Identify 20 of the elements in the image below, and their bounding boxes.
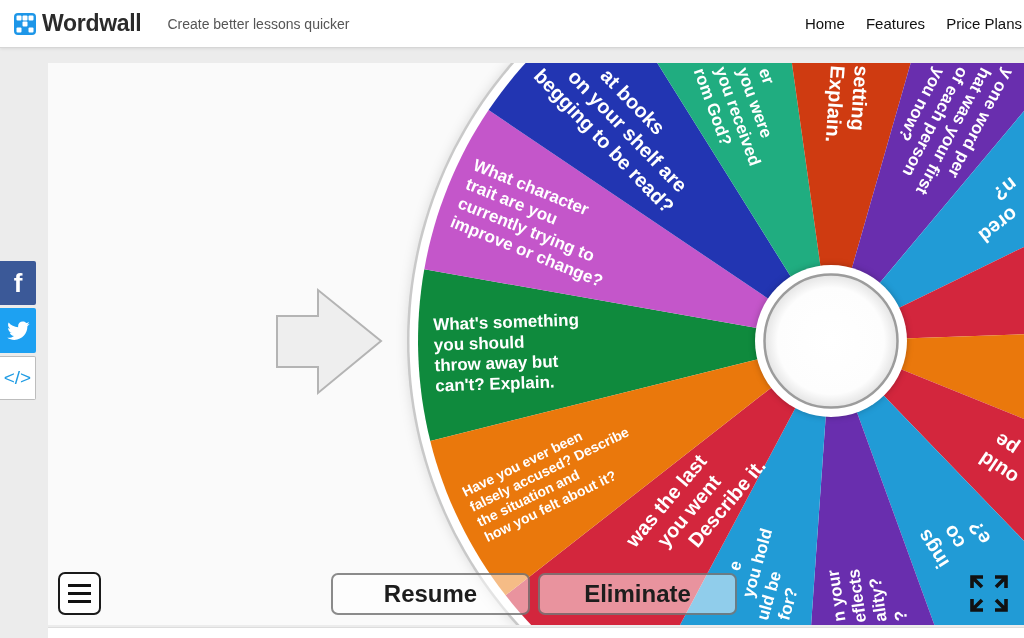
wheel-hub[interactable] <box>755 265 907 417</box>
nav-link[interactable]: Home <box>804 15 845 32</box>
action-button[interactable]: Resume <box>331 572 530 615</box>
menu-icon <box>68 584 91 603</box>
bird-icon <box>6 320 30 341</box>
fullscreen-icon[interactable] <box>970 575 1008 612</box>
pointer-arrow-icon <box>276 287 383 396</box>
share-button[interactable]: f <box>0 261 36 305</box>
segment-text: n your eflects ality? ? <box>823 567 912 624</box>
logo-icon[interactable] <box>14 12 36 35</box>
brand-name[interactable]: Wordwall <box>42 10 142 37</box>
menu-button[interactable] <box>58 572 101 615</box>
segment-text: What's something you should throw away but can't? Explain. <box>432 310 580 396</box>
tagline: Create better lessons quicker <box>167 15 350 32</box>
nav-link[interactable]: Features <box>865 15 926 32</box>
nav-link[interactable]: Price Plans <box>946 15 1022 32</box>
segment-text: setting Explain. <box>821 64 874 144</box>
segment-text: ould pe <box>974 428 1023 490</box>
action-button[interactable]: Eliminate <box>538 572 737 615</box>
share-button[interactable] <box>0 308 36 353</box>
